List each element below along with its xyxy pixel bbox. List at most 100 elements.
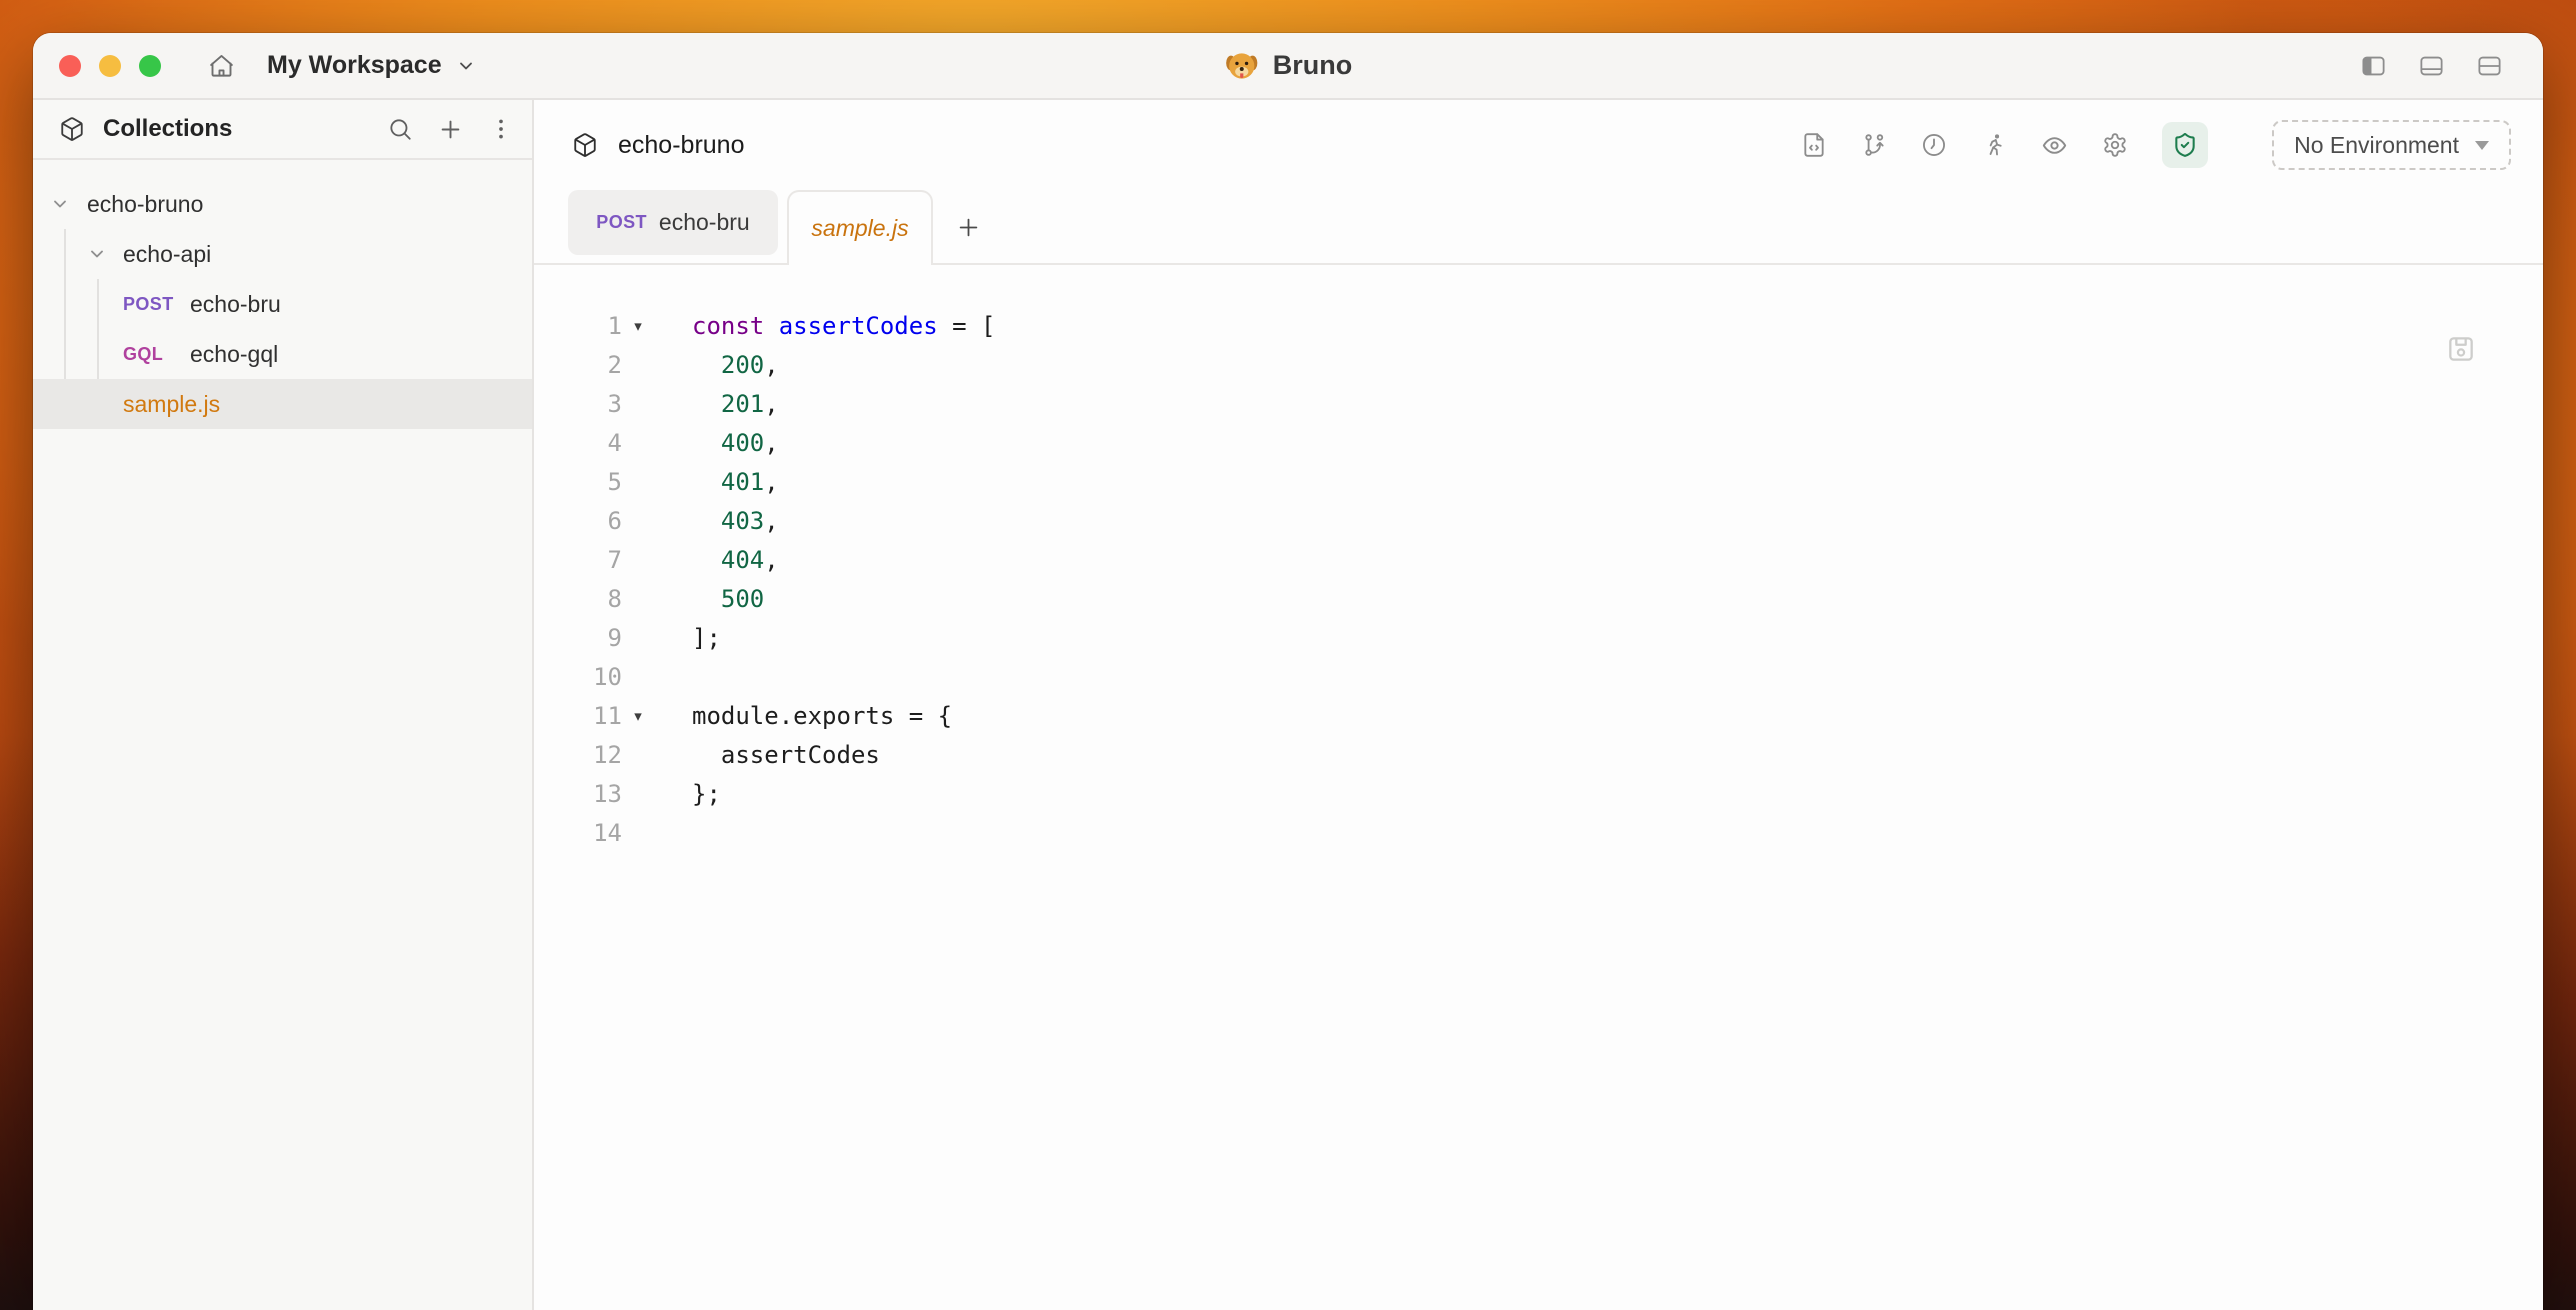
fold-gutter — [622, 424, 654, 463]
code-text — [654, 658, 692, 697]
item-label: echo-api — [123, 241, 211, 268]
collection-toolbar: No Environment — [1801, 120, 2511, 170]
code-line[interactable]: 10 — [534, 658, 2543, 697]
sidebar-item-sample.js[interactable]: sample.js — [33, 379, 532, 429]
save-icon[interactable] — [2445, 333, 2477, 365]
fold-gutter — [622, 385, 654, 424]
code-line[interactable]: 2 200, — [534, 346, 2543, 385]
line-number: 6 — [534, 502, 622, 541]
zoom-window-button[interactable] — [139, 55, 161, 77]
code-line[interactable]: 4 400, — [534, 424, 2543, 463]
fold-arrow-icon[interactable]: ▾ — [622, 697, 654, 736]
sidebar-actions — [387, 116, 514, 143]
workspace-selector[interactable]: My Workspace — [267, 51, 476, 80]
collection-title: echo-bruno — [618, 131, 744, 160]
fold-gutter — [622, 658, 654, 697]
request-method-label: GQL — [123, 344, 190, 365]
line-number: 12 — [534, 736, 622, 775]
code-line[interactable]: 3 201, — [534, 385, 2543, 424]
code-line[interactable]: 12 assertCodes — [534, 736, 2543, 775]
code-text: 401, — [654, 463, 779, 502]
traffic-lights — [59, 55, 161, 77]
fold-gutter — [622, 502, 654, 541]
code-lines: 1▾const assertCodes = [2 200,3 201,4 400… — [534, 307, 2543, 853]
code-line[interactable]: 1▾const assertCodes = [ — [534, 307, 2543, 346]
code-file-icon[interactable] — [1801, 132, 1827, 158]
tab-bar: POST echo-bru sample.js — [534, 190, 2543, 265]
chevron-down-icon[interactable] — [50, 194, 70, 214]
tab-echo-bru[interactable]: POST echo-bru — [568, 190, 778, 255]
fold-gutter — [622, 346, 654, 385]
sidebar-item-echo-api[interactable]: echo-api — [33, 229, 532, 279]
tab-sample-js[interactable]: sample.js — [787, 190, 933, 265]
chevron-down-icon[interactable] — [87, 244, 107, 264]
add-collection-icon[interactable] — [437, 116, 464, 143]
code-text: 201, — [654, 385, 779, 424]
request-method-label: POST — [123, 294, 190, 315]
minimize-window-button[interactable] — [99, 55, 121, 77]
code-line[interactable]: 13}; — [534, 775, 2543, 814]
git-branch-icon[interactable] — [1861, 132, 1887, 158]
code-text — [654, 814, 692, 853]
sidebar: Collections echo-brunoecho-apiPOSTecho- — [33, 100, 534, 1310]
code-line[interactable]: 9]; — [534, 619, 2543, 658]
code-text: 403, — [654, 502, 779, 541]
app-title: Bruno — [1224, 48, 1352, 84]
app-title-label: Bruno — [1273, 50, 1352, 81]
environment-label: No Environment — [2294, 132, 2459, 159]
line-number: 11 — [534, 697, 622, 736]
environment-selector[interactable]: No Environment — [2272, 120, 2511, 170]
line-number: 1 — [534, 307, 622, 346]
code-line[interactable]: 6 403, — [534, 502, 2543, 541]
line-number: 4 — [534, 424, 622, 463]
fold-gutter — [622, 775, 654, 814]
home-icon[interactable] — [208, 52, 235, 79]
collections-cube-icon — [59, 116, 85, 142]
new-tab-icon[interactable] — [955, 214, 982, 241]
line-number: 14 — [534, 814, 622, 853]
line-number: 7 — [534, 541, 622, 580]
code-line[interactable]: 7 404, — [534, 541, 2543, 580]
close-window-button[interactable] — [59, 55, 81, 77]
sidebar-item-echo-bruno[interactable]: echo-bruno — [33, 179, 532, 229]
line-number: 2 — [534, 346, 622, 385]
fold-gutter — [622, 580, 654, 619]
settings-gear-icon[interactable] — [2102, 132, 2128, 158]
collections-tree: echo-brunoecho-apiPOSTecho-bruGQLecho-gq… — [33, 160, 532, 1310]
toggle-split-panel-icon[interactable] — [2476, 52, 2503, 79]
item-label: echo-bruno — [87, 191, 203, 218]
fold-gutter — [622, 619, 654, 658]
toggle-left-panel-icon[interactable] — [2360, 52, 2387, 79]
runner-icon[interactable] — [1981, 132, 2007, 158]
sidebar-item-echo-bru[interactable]: POSTecho-bru — [33, 279, 532, 329]
chevron-down-icon — [456, 56, 476, 76]
code-text: assertCodes — [654, 736, 880, 775]
history-clock-icon[interactable] — [1921, 132, 1947, 158]
code-line[interactable]: 8 500 — [534, 580, 2543, 619]
sidebar-item-echo-gql[interactable]: GQLecho-gql — [33, 329, 532, 379]
workspace-label: My Workspace — [267, 51, 442, 80]
security-shield-check-icon[interactable] — [2162, 122, 2208, 168]
code-line[interactable]: 11▾module.exports = { — [534, 697, 2543, 736]
layout-toggles — [2360, 52, 2503, 79]
fold-gutter — [622, 736, 654, 775]
code-text: 200, — [654, 346, 779, 385]
kebab-menu-icon[interactable] — [488, 116, 514, 142]
item-label: sample.js — [123, 391, 220, 418]
tab-method-label: POST — [596, 212, 647, 233]
code-line[interactable]: 5 401, — [534, 463, 2543, 502]
fold-arrow-icon[interactable]: ▾ — [622, 307, 654, 346]
fold-gutter — [622, 814, 654, 853]
code-editor[interactable]: 1▾const assertCodes = [2 200,3 201,4 400… — [534, 265, 2543, 1310]
toggle-bottom-panel-icon[interactable] — [2418, 52, 2445, 79]
collection-header: echo-bruno — [534, 100, 2543, 190]
code-text: 500 — [654, 580, 764, 619]
window-body: Collections echo-brunoecho-apiPOSTecho- — [33, 100, 2543, 1310]
bruno-dog-logo-icon — [1224, 48, 1260, 84]
code-line[interactable]: 14 — [534, 814, 2543, 853]
item-label: echo-gql — [190, 341, 278, 368]
eye-icon[interactable] — [2041, 132, 2068, 159]
search-icon[interactable] — [387, 116, 413, 142]
tab-label: sample.js — [811, 215, 908, 242]
main-panel: echo-bruno — [534, 100, 2543, 1310]
